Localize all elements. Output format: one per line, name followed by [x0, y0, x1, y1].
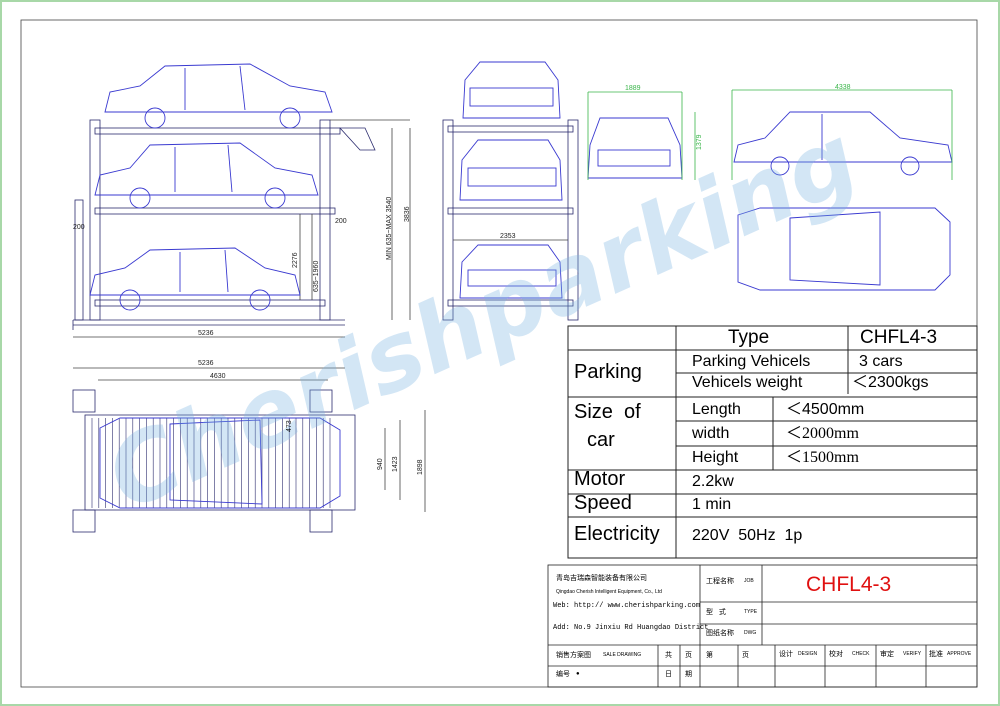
drawing-sheet: Cherishparking 5236 200 200 635~1960 227…: [0, 0, 1000, 706]
spec-parking-vehicles-value: 3 cars: [859, 353, 903, 370]
verify-label-en: VERIFY: [903, 651, 922, 657]
dim-plan-total-length: 5236: [198, 360, 214, 367]
spec-size-label-line2: car: [587, 429, 615, 451]
dim-plan-473: 473: [286, 420, 293, 432]
page-no-label-cn: 第: [706, 652, 713, 659]
dim-side-col-left: 200: [73, 224, 85, 231]
approve-label-cn: 批准: [929, 651, 943, 658]
job-label-cn: 工程名称: [706, 578, 734, 585]
dim-plan-1423: 1423: [392, 456, 399, 472]
spec-speed-value: 1 min: [692, 496, 732, 513]
dim-side-min-max: MIN 635~MAX 3540: [386, 196, 393, 260]
spec-type-value: CHFL4-3: [860, 327, 938, 348]
verify-label-cn: 审定: [880, 651, 894, 658]
job-value: CHFL4-3: [806, 573, 892, 596]
spec-parking-vehicles-name: Parking Vehicels: [692, 353, 811, 370]
spec-vehicles-weight-value: ＜2300kgs: [852, 374, 929, 391]
design-label-cn: 设计: [779, 651, 793, 658]
company-name-cn: 青岛吉瑞森智能装备有限公司: [556, 575, 647, 582]
sale-drawing-cn: 销售方案图: [556, 652, 591, 659]
dim-plan-940: 940: [377, 458, 384, 470]
spec-motor-label: Motor: [574, 468, 626, 490]
dim-side-level-range: 635~1960: [313, 260, 320, 292]
spec-width-name: width: [692, 425, 730, 442]
car-side-bottom: [89, 247, 301, 311]
spec-electricity-label: Electricity: [574, 523, 660, 545]
side-elevation-view: [72, 119, 411, 338]
number-mark: ●: [576, 671, 580, 677]
spec-vehicles-weight-name: Vehicels weight: [692, 374, 803, 391]
car-front-middle: [459, 139, 563, 201]
date-label-cn: 日: [665, 671, 672, 678]
spec-electricity-value: 220V 50Hz 1p: [692, 527, 803, 544]
car-rear-reference: [587, 117, 683, 179]
dim-car-width: 1889: [625, 85, 641, 92]
spec-height-value: ＜1500mm: [786, 449, 859, 466]
dwg-label-cn: 图纸名称: [706, 630, 734, 637]
type-label-cn: 型 式: [706, 609, 726, 616]
dim-side-total-height: 3836: [404, 206, 411, 222]
design-label-en: DESIGN: [798, 651, 818, 657]
dim-car-height: 1379: [696, 134, 703, 150]
spec-length-name: Length: [692, 401, 741, 418]
check-label-cn: 校对: [829, 651, 843, 658]
spec-width-value: ＜2000mm: [786, 425, 859, 442]
spec-motor-value: 2.2kw: [692, 473, 734, 490]
check-label-en: CHECK: [852, 651, 870, 657]
company-web: Web: http:// www.cherishparking.com: [553, 602, 701, 610]
dim-plan-post-spacing: 4630: [210, 373, 226, 380]
dim-car-length: 4338: [835, 84, 851, 91]
company-name-en: Qingdao Cherish Intelligent Equipment, C…: [556, 589, 662, 595]
sale-drawing-en: SALE DRAWING: [603, 652, 642, 658]
company-address: Add: No.9 Jinxiu Rd Huangdao District: [553, 624, 709, 632]
job-label-en: JOB: [744, 578, 754, 584]
date2-label-cn: 期: [685, 671, 692, 678]
dim-plan-1898: 1898: [417, 459, 424, 475]
page2-label-cn: 页: [742, 652, 749, 659]
spec-height-name: Height: [692, 449, 739, 466]
dim-side-total-length: 5236: [198, 330, 214, 337]
total-label-cn: 共: [665, 652, 672, 659]
dim-side-col-right: 200: [335, 218, 347, 225]
car-side-middle: [94, 142, 319, 209]
spec-size-label-line1: Size of: [574, 401, 641, 423]
dim-front-width: 2353: [500, 233, 516, 240]
dwg-label-en: DWG: [744, 630, 757, 636]
number-label-cn: 编号: [556, 671, 570, 678]
spec-length-value: ＜4500mm: [786, 401, 865, 418]
spec-speed-label: Speed: [574, 492, 632, 514]
car-side-top: [104, 63, 333, 129]
spec-type-label: Type: [728, 327, 770, 348]
type-label-en: TYPE: [744, 609, 758, 615]
approve-label-en: APPROVE: [947, 651, 972, 657]
pages-label-cn: 页: [685, 652, 692, 659]
spec-parking-label: Parking: [574, 361, 642, 383]
car-front-top: [462, 61, 561, 119]
dim-side-level-2276: 2276: [292, 252, 299, 268]
